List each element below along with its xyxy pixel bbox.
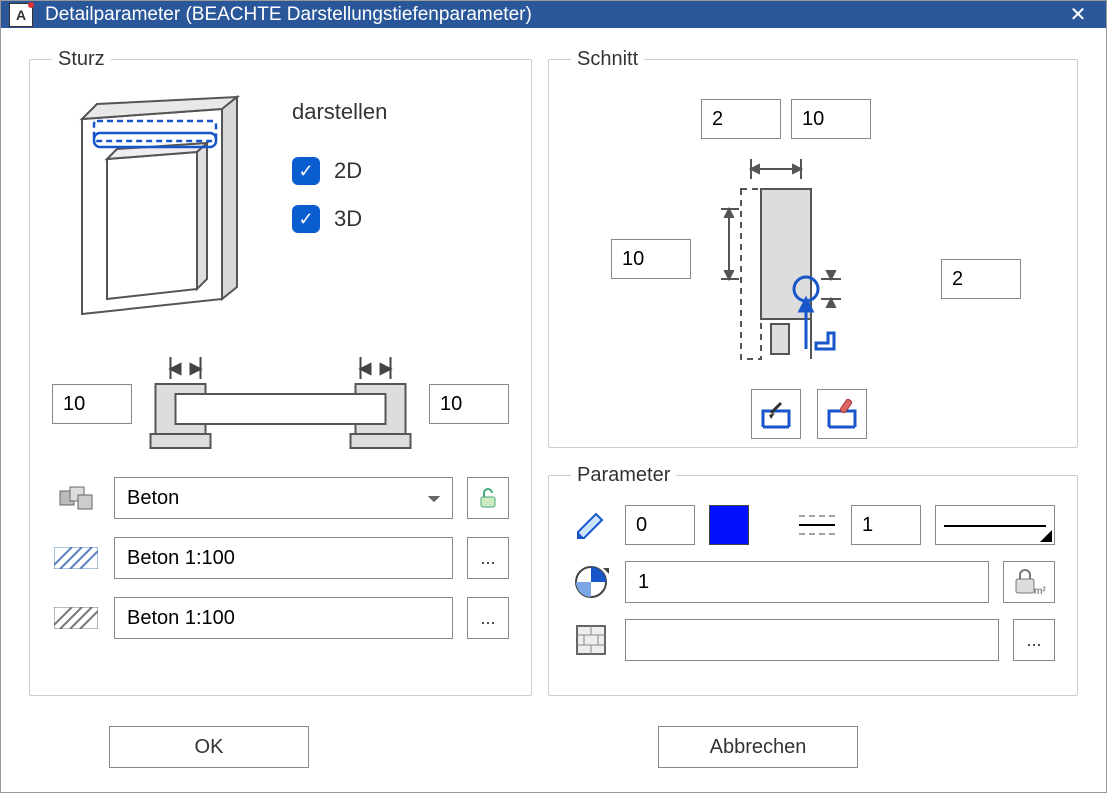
unlock-button[interactable] <box>467 477 509 519</box>
group-schnitt: Schnitt <box>548 48 1078 448</box>
hatch2-browse-button[interactable]: ... <box>467 597 509 639</box>
schnitt-top-left-input[interactable] <box>701 99 781 139</box>
schnitt-mid-right-input[interactable] <box>941 259 1021 299</box>
group-sturz: Sturz <box>29 48 532 696</box>
group-parameter: Parameter <box>548 464 1078 696</box>
material-select[interactable]: Beton <box>114 477 453 519</box>
checkbox-3d-label: 3D <box>334 206 362 232</box>
window-title: Detailparameter (BEACHTE Darstellungstie… <box>45 4 1058 26</box>
titlebar: A Detailparameter (BEACHTE Darstellungst… <box>1 1 1106 28</box>
dialog-footer: OK Abbrechen <box>1 716 1106 792</box>
hatch1-input[interactable] <box>114 537 453 579</box>
checkbox-2d[interactable]: ✓ <box>292 157 320 185</box>
layer-input[interactable] <box>625 561 989 603</box>
svg-text:m²: m² <box>1034 586 1046 597</box>
sturz-section-diagram <box>140 349 421 459</box>
hatch1-browse-button[interactable]: ... <box>467 537 509 579</box>
hatch1-icon <box>52 541 100 575</box>
checkbox-3d[interactable]: ✓ <box>292 205 320 233</box>
layer-lock-button[interactable]: m² <box>1003 561 1055 603</box>
surface-input[interactable] <box>625 619 999 661</box>
schnitt-legend: Schnitt <box>571 48 644 71</box>
pencil-icon <box>571 505 611 545</box>
schnitt-pick-button[interactable] <box>751 389 801 439</box>
linetype-preview[interactable] <box>935 505 1055 545</box>
checkbox-2d-label: 2D <box>334 158 362 184</box>
dialog-window: A Detailparameter (BEACHTE Darstellungst… <box>0 0 1107 793</box>
layer-icon <box>571 562 611 602</box>
material-icon <box>52 481 100 515</box>
hatch2-input[interactable] <box>114 597 453 639</box>
sturz-right-input[interactable] <box>429 384 509 424</box>
app-icon: A <box>9 3 33 27</box>
schnitt-top-right-input[interactable] <box>791 99 871 139</box>
schnitt-diagram <box>711 149 951 379</box>
surface-browse-button[interactable]: ... <box>1013 619 1055 661</box>
cancel-button[interactable]: Abbrechen <box>658 726 858 768</box>
hatch2-icon <box>52 601 100 635</box>
pen-color-swatch[interactable] <box>709 505 749 545</box>
linetype-icon <box>797 505 837 545</box>
linetype-number-input[interactable] <box>851 505 921 545</box>
pen-number-input[interactable] <box>625 505 695 545</box>
darstellen-label: darstellen <box>292 99 387 125</box>
sturz-legend: Sturz <box>52 48 111 71</box>
ok-button[interactable]: OK <box>109 726 309 768</box>
sturz-left-input[interactable] <box>52 384 132 424</box>
close-icon[interactable]: ✕ <box>1058 2 1098 27</box>
surface-icon <box>571 620 611 660</box>
parameter-legend: Parameter <box>571 464 676 487</box>
sturz-3d-preview <box>52 89 252 329</box>
schnitt-edit-button[interactable] <box>817 389 867 439</box>
schnitt-mid-left-input[interactable] <box>611 239 691 279</box>
